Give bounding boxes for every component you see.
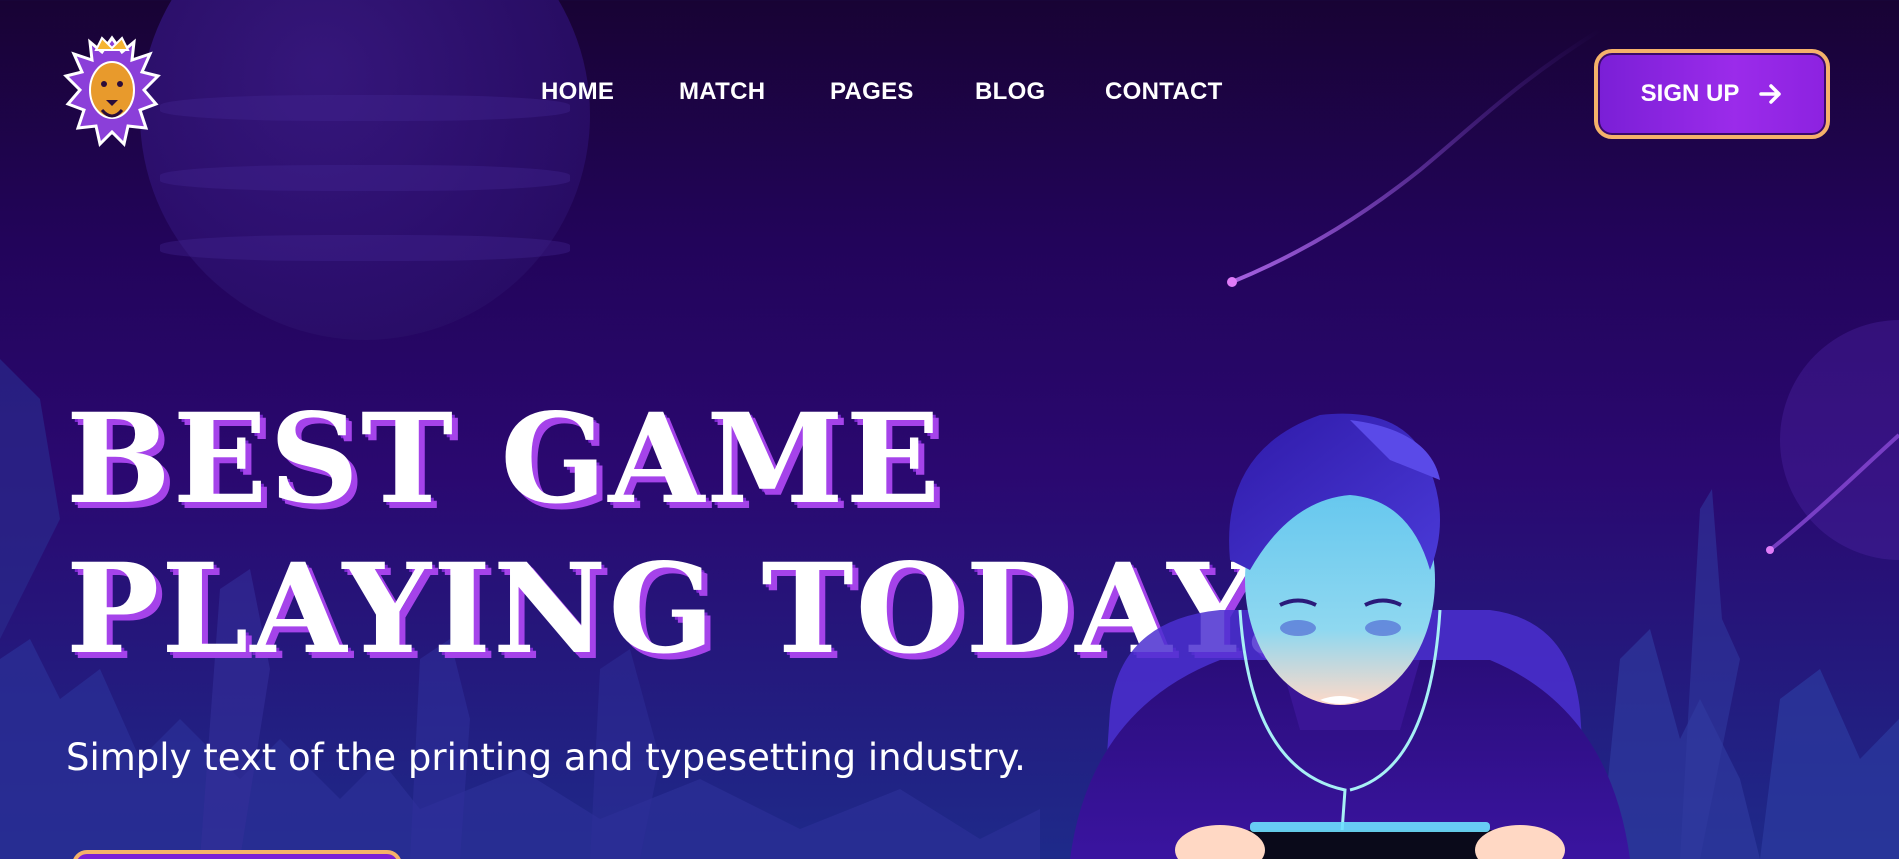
- hero-subtitle: Simply text of the printing and typesett…: [66, 736, 1026, 779]
- sign-up-label: SIGN UP: [1640, 80, 1740, 107]
- sign-up-button[interactable]: SIGN UP: [1594, 49, 1830, 139]
- planet-band: [160, 235, 570, 261]
- nav-link-blog[interactable]: BLOG: [975, 78, 1046, 106]
- nav-link-contact[interactable]: CONTACT: [1105, 78, 1223, 106]
- arrow-right-icon: [1759, 84, 1782, 104]
- hero-title-line-1: BEST GAME: [66, 387, 943, 532]
- lion-logo-icon[interactable]: [62, 32, 162, 154]
- hero-cta-button[interactable]: [72, 850, 402, 859]
- nav-link-home[interactable]: HOME: [541, 78, 614, 106]
- gamer-illustration: [1070, 413, 1630, 859]
- nav-link-match[interactable]: MATCH: [679, 78, 765, 106]
- site-header: HOME MATCH PAGES BLOG CONTACT SIGN UP: [0, 0, 1899, 190]
- nav-link-pages[interactable]: PAGES: [830, 78, 914, 106]
